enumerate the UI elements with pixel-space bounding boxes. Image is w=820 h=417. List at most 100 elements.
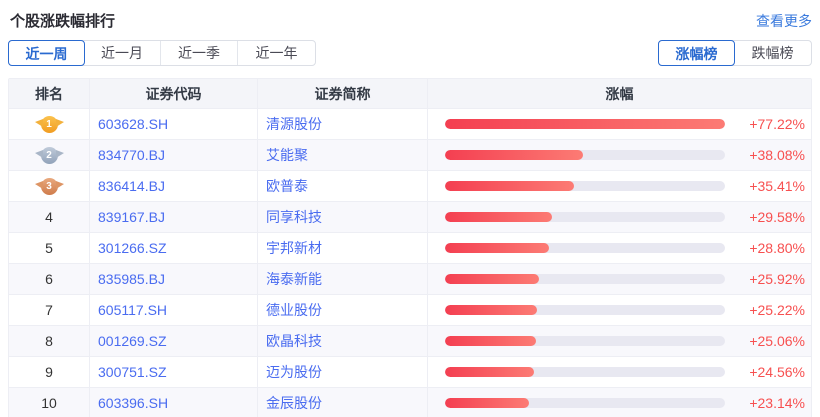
stock-code-link[interactable]: 603396.SH xyxy=(90,388,258,417)
gain-bar-track xyxy=(445,305,725,315)
gain-percent: +25.92% xyxy=(733,271,805,287)
gain-bar-fill xyxy=(445,119,725,129)
period-tabs: 近一周近一月近一季近一年 xyxy=(8,40,316,66)
gain-bar-track xyxy=(445,243,725,253)
gain-bar-fill xyxy=(445,336,536,346)
stock-code-link[interactable]: 301266.SZ xyxy=(90,233,258,263)
stock-code-link[interactable]: 836414.BJ xyxy=(90,171,258,201)
rank-cell: 1 xyxy=(9,109,90,139)
table-row[interactable]: 3 836414.BJ欧普泰 +35.41% xyxy=(9,170,811,201)
gain-bar-track xyxy=(445,212,725,222)
gain-percent: +77.22% xyxy=(733,116,805,132)
gain-bar-fill xyxy=(445,243,549,253)
board-tabs: 涨幅榜跌幅榜 xyxy=(658,40,812,66)
table-body: 1 603628.SH清源股份 +77.22% 2 834770.BJ艾能聚 +38.08… xyxy=(9,108,811,417)
gold-medal-icon: 1 xyxy=(41,116,58,133)
gain-bar-fill xyxy=(445,398,529,408)
gain-percent: +25.06% xyxy=(733,333,805,349)
stock-name-link[interactable]: 同享科技 xyxy=(258,202,428,232)
gain-percent: +24.56% xyxy=(733,364,805,380)
gain-bar-track xyxy=(445,336,725,346)
period-tab-0[interactable]: 近一周 xyxy=(8,40,85,66)
table-row[interactable]: 6835985.BJ海泰新能 +25.92% xyxy=(9,263,811,294)
gain-cell: +77.22% xyxy=(428,109,811,139)
gain-percent: +28.80% xyxy=(733,240,805,256)
stock-name-link[interactable]: 欧普泰 xyxy=(258,171,428,201)
stock-name-link[interactable]: 欧晶科技 xyxy=(258,326,428,356)
stock-code-link[interactable]: 605117.SH xyxy=(90,295,258,325)
stock-name-link[interactable]: 海泰新能 xyxy=(258,264,428,294)
table-row[interactable]: 4839167.BJ同享科技 +29.58% xyxy=(9,201,811,232)
stock-name-link[interactable]: 德业股份 xyxy=(258,295,428,325)
stock-code-link[interactable]: 001269.SZ xyxy=(90,326,258,356)
column-header-2: 证券简称 xyxy=(258,79,428,108)
gain-percent: +23.14% xyxy=(733,395,805,411)
gain-cell: +29.58% xyxy=(428,202,811,232)
gain-percent: +25.22% xyxy=(733,302,805,318)
stock-code-link[interactable]: 834770.BJ xyxy=(90,140,258,170)
view-more-link[interactable]: 查看更多 xyxy=(756,11,812,31)
stock-name-link[interactable]: 迈为股份 xyxy=(258,357,428,387)
gain-cell: +25.22% xyxy=(428,295,811,325)
rank-cell: 6 xyxy=(9,264,90,294)
gain-bar-track xyxy=(445,119,725,129)
period-tab-3[interactable]: 近一年 xyxy=(238,41,315,65)
table-row[interactable]: 5301266.SZ宇邦新材 +28.80% xyxy=(9,232,811,263)
bronze-medal-icon: 3 xyxy=(41,178,58,195)
gain-percent: +38.08% xyxy=(733,147,805,163)
stock-name-link[interactable]: 宇邦新材 xyxy=(258,233,428,263)
column-header-1: 证券代码 xyxy=(90,79,258,108)
gain-percent: +29.58% xyxy=(733,209,805,225)
table-header-row: 排名证券代码证券简称涨幅 xyxy=(9,79,811,108)
column-header-0: 排名 xyxy=(9,79,90,108)
period-tab-2[interactable]: 近一季 xyxy=(161,41,238,65)
gain-bar-track xyxy=(445,367,725,377)
rank-cell: 5 xyxy=(9,233,90,263)
gain-cell: +23.14% xyxy=(428,388,811,417)
table-row[interactable]: 7605117.SH德业股份 +25.22% xyxy=(9,294,811,325)
gain-bar-fill xyxy=(445,367,534,377)
table-row[interactable]: 1 603628.SH清源股份 +77.22% xyxy=(9,108,811,139)
rank-cell: 8 xyxy=(9,326,90,356)
gain-bar-fill xyxy=(445,212,552,222)
rank-cell: 3 xyxy=(9,171,90,201)
rank-cell: 4 xyxy=(9,202,90,232)
gain-bar-track xyxy=(445,398,725,408)
gain-bar-fill xyxy=(445,181,574,191)
board-tab-0[interactable]: 涨幅榜 xyxy=(658,40,735,66)
table-row[interactable]: 8001269.SZ欧晶科技 +25.06% xyxy=(9,325,811,356)
gain-bar-track xyxy=(445,274,725,284)
table-row[interactable]: 2 834770.BJ艾能聚 +38.08% xyxy=(9,139,811,170)
controls-row: 近一周近一月近一季近一年 涨幅榜跌幅榜 xyxy=(0,31,820,66)
board-tab-1[interactable]: 跌幅榜 xyxy=(734,41,811,65)
stock-name-link[interactable]: 艾能聚 xyxy=(258,140,428,170)
column-header-3: 涨幅 xyxy=(428,79,811,108)
stock-name-link[interactable]: 清源股份 xyxy=(258,109,428,139)
stock-code-link[interactable]: 835985.BJ xyxy=(90,264,258,294)
stock-code-link[interactable]: 300751.SZ xyxy=(90,357,258,387)
stock-ranking-widget: 个股涨跌幅排行 查看更多 近一周近一月近一季近一年 涨幅榜跌幅榜 排名证券代码证… xyxy=(0,0,820,417)
gain-cell: +28.80% xyxy=(428,233,811,263)
table-row[interactable]: 10603396.SH金辰股份 +23.14% xyxy=(9,387,811,417)
gain-percent: +35.41% xyxy=(733,178,805,194)
rank-cell: 2 xyxy=(9,140,90,170)
table-row[interactable]: 9300751.SZ迈为股份+24.56% xyxy=(9,356,811,387)
period-tab-1[interactable]: 近一月 xyxy=(84,41,161,65)
gain-bar-fill xyxy=(445,274,539,284)
rank-cell: 10 xyxy=(9,388,90,417)
gain-bar-fill xyxy=(445,305,537,315)
rank-cell: 7 xyxy=(9,295,90,325)
gain-bar-track xyxy=(445,181,725,191)
gain-bar-track xyxy=(445,150,725,160)
gain-cell: +24.56% xyxy=(428,357,811,387)
stock-code-link[interactable]: 603628.SH xyxy=(90,109,258,139)
gain-cell: +35.41% xyxy=(428,171,811,201)
gain-cell: +25.06% xyxy=(428,326,811,356)
gain-cell: +25.92% xyxy=(428,264,811,294)
ranking-table: 排名证券代码证券简称涨幅 1603628.SH清源股份+77.22%283477… xyxy=(8,78,812,417)
silver-medal-icon: 2 xyxy=(41,147,58,164)
stock-code-link[interactable]: 839167.BJ xyxy=(90,202,258,232)
stock-name-link[interactable]: 金辰股份 xyxy=(258,388,428,417)
widget-header: 个股涨跌幅排行 查看更多 xyxy=(0,0,820,31)
gain-cell: +38.08% xyxy=(428,140,811,170)
